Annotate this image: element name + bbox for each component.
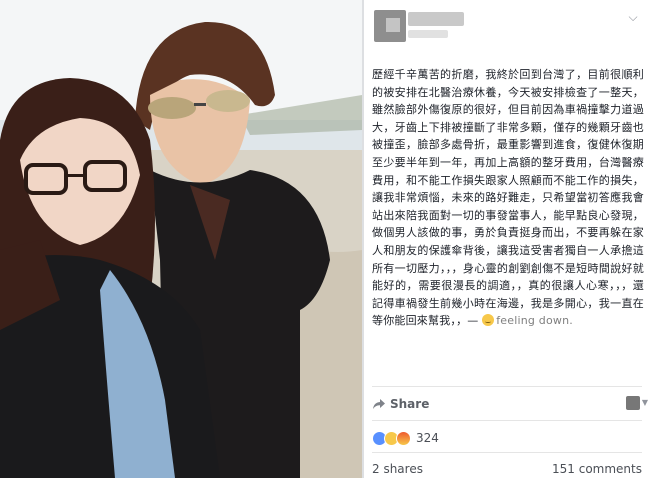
post-sidebar: ⌵ 歷經千辛萬苦的折磨，我終於回到台灣了，目前很順利的被安排在北醫治療休養，今天… [364,0,650,478]
post-photo[interactable] [0,0,362,478]
reaction-count: 324 [416,431,439,445]
separator [372,420,642,421]
share-arrow-icon [373,399,385,409]
reactions-summary[interactable]: 324 [372,430,439,446]
share-label: Share [390,397,430,411]
viewer-avatar[interactable] [626,396,640,410]
author-name-blurred[interactable] [408,12,464,26]
comments-link[interactable]: 151 comments [552,462,642,476]
separator [372,452,642,453]
chevron-down-icon[interactable]: ⌵ [626,10,640,24]
separator [372,386,642,387]
feeling-text: feeling down. [496,314,573,328]
caret-down-icon[interactable]: ▼ [642,398,648,407]
share-button[interactable]: Share [372,394,429,414]
post-text: 歷經千辛萬苦的折磨，我終於回到台灣了，目前很順利的被安排在北醫治療休養，今天被安… [372,66,644,330]
shares-link[interactable]: 2 shares [372,462,423,476]
post-body: 歷經千辛萬苦的折磨，我終於回到台灣了，目前很順利的被安排在北醫治療休養，今天被安… [372,68,644,328]
facebook-post: ⌵ 歷經千辛萬苦的折磨，我終於回到台灣了，目前很順利的被安排在北醫治療休養，今天… [0,0,650,478]
sad-face-icon [482,314,495,327]
photo-illustration [0,0,362,478]
author-avatar[interactable] [374,10,406,42]
post-time-blurred [408,30,448,38]
angry-reaction-icon [396,430,411,446]
